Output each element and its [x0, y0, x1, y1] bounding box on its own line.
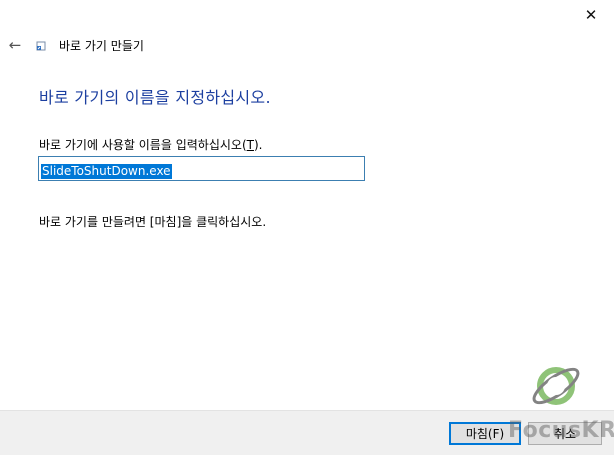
shortcut-name-input[interactable]: SlideToShutDown.exe	[38, 156, 365, 181]
close-icon: ✕	[584, 6, 598, 24]
wizard-header: ← 바로 가기 만들기	[0, 34, 400, 56]
close-button[interactable]: ✕	[568, 0, 614, 30]
cancel-button[interactable]: 취소	[528, 422, 602, 445]
wizard-title: 바로 가기 만들기	[59, 39, 144, 53]
finish-instruction: 바로 가기를 만들려면 [마침]을 클릭하십시오.	[39, 215, 267, 229]
back-button[interactable]: ←	[4, 34, 26, 56]
back-arrow-icon: ←	[8, 36, 22, 54]
finish-button[interactable]: 마침(F)	[449, 422, 521, 445]
shortcut-icon	[36, 41, 46, 51]
selected-text: SlideToShutDown.exe	[41, 164, 172, 179]
watermark-logo-icon	[532, 367, 580, 405]
button-bar: 마침(F) 취소	[0, 410, 614, 455]
name-prompt-label: 바로 가기에 사용할 이름을 입력하십시오(T).	[39, 138, 263, 152]
page-heading: 바로 가기의 이름을 지정하십시오.	[39, 88, 271, 107]
